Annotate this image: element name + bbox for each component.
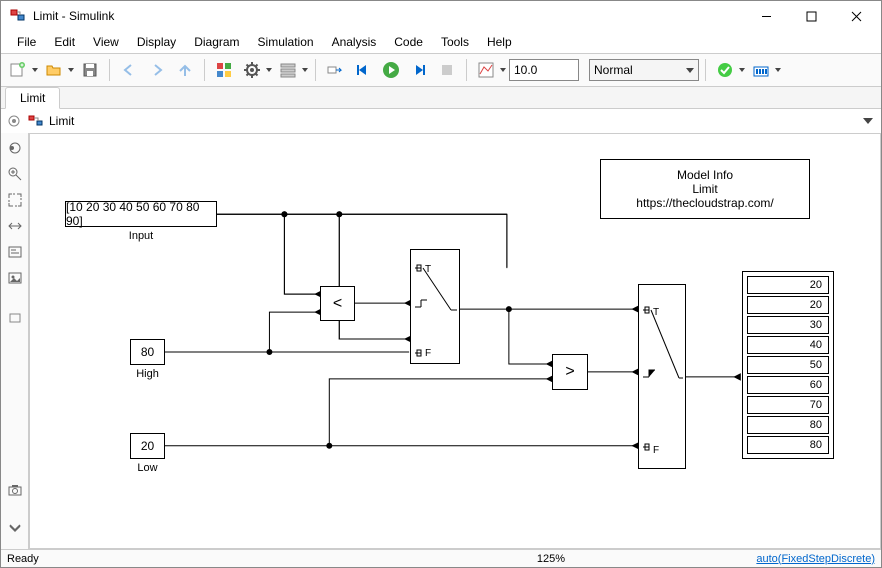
window-title: Limit - Simulink (33, 9, 744, 23)
step-forward-button[interactable] (406, 57, 432, 83)
menu-file[interactable]: File (9, 33, 44, 51)
menu-help[interactable]: Help (479, 33, 520, 51)
display-cell: 20 (747, 296, 829, 314)
block-low[interactable]: 20 (130, 433, 165, 459)
close-button[interactable] (834, 2, 879, 30)
menu-tools[interactable]: Tools (433, 33, 477, 51)
block-high[interactable]: 80 (130, 339, 165, 365)
status-solver[interactable]: auto(FixedStepDiscrete) (715, 553, 875, 565)
image-icon[interactable] (4, 267, 26, 289)
display-cell: 80 (747, 436, 829, 454)
build-button[interactable] (712, 57, 738, 83)
tab-limit[interactable]: Limit (5, 87, 60, 109)
library-browser-button[interactable] (211, 57, 237, 83)
app-icon (9, 7, 27, 25)
display-cell: 60 (747, 376, 829, 394)
modelinfo-name: Limit (609, 182, 801, 196)
menu-view[interactable]: View (85, 33, 127, 51)
run-button[interactable] (378, 57, 404, 83)
modelinfo-url: https://thecloudstrap.com/ (609, 196, 801, 210)
fit-view-icon[interactable] (4, 189, 26, 211)
display-cell: 20 (747, 276, 829, 294)
explorer-dropdown[interactable] (301, 68, 309, 72)
block-low-value: 20 (141, 439, 154, 453)
status-ready: Ready (7, 553, 387, 565)
breadcrumb-model[interactable]: Limit (49, 114, 855, 128)
inspector-dropdown[interactable] (499, 68, 507, 72)
menu-display[interactable]: Display (129, 33, 184, 51)
toolbar: Normal (1, 53, 881, 87)
block-input-label: Input (65, 230, 217, 242)
update-diagram-button[interactable] (322, 57, 348, 83)
display-cell: 80 (747, 416, 829, 434)
block-input[interactable]: [10 20 30 40 50 60 70 80 90] (65, 201, 217, 227)
title-bar: Limit - Simulink (1, 1, 881, 31)
display-cell: 50 (747, 356, 829, 374)
status-bar: Ready 125% auto(FixedStepDiscrete) (1, 549, 881, 567)
menu-simulation[interactable]: Simulation (250, 33, 322, 51)
menu-edit[interactable]: Edit (46, 33, 83, 51)
expand-icon[interactable] (4, 517, 26, 539)
stop-button[interactable] (434, 57, 460, 83)
nav-toggle-icon[interactable] (5, 112, 23, 130)
menu-code[interactable]: Code (386, 33, 431, 51)
annotation-icon[interactable] (4, 241, 26, 263)
screenshot-icon[interactable] (4, 479, 26, 501)
palette (1, 133, 29, 549)
svg-text:F: F (653, 445, 659, 456)
breadcrumb-bar: Limit (1, 109, 881, 133)
new-model-button[interactable] (5, 57, 31, 83)
menu-bar: File Edit View Display Diagram Simulatio… (1, 31, 881, 53)
display-cell: 30 (747, 316, 829, 334)
block-switch1[interactable]: T F (410, 249, 460, 364)
save-button[interactable] (77, 57, 103, 83)
deploy-button[interactable] (748, 57, 774, 83)
block-low-label: Low (120, 462, 175, 474)
block-high-value: 80 (141, 345, 154, 359)
open-button[interactable] (41, 57, 67, 83)
model-icon[interactable] (27, 112, 45, 130)
display-cell: 40 (747, 336, 829, 354)
compare1-op: < (333, 295, 342, 313)
tab-bar: Limit (1, 87, 881, 109)
workspace: [10 20 30 40 50 60 70 80 90] Input 80 Hi… (1, 133, 881, 549)
step-back-button[interactable] (350, 57, 376, 83)
block-model-info[interactable]: Model Info Limit https://thecloudstrap.c… (600, 159, 810, 219)
hide-browser-icon[interactable] (4, 137, 26, 159)
minimize-button[interactable] (744, 2, 789, 30)
mode-label: Normal (594, 63, 633, 77)
menu-diagram[interactable]: Diagram (186, 33, 247, 51)
block-display[interactable]: 20 20 30 40 50 60 70 80 80 (742, 271, 834, 459)
maximize-button[interactable] (789, 2, 834, 30)
data-inspector-button[interactable] (473, 57, 499, 83)
new-dropdown[interactable] (31, 68, 39, 72)
compare2-op: > (565, 363, 574, 381)
menu-analysis[interactable]: Analysis (324, 33, 385, 51)
display-cell: 70 (747, 396, 829, 414)
toggle-perspective-icon[interactable] (4, 215, 26, 237)
svg-text:F: F (425, 348, 431, 359)
model-explorer-button[interactable] (275, 57, 301, 83)
status-zoom: 125% (387, 553, 715, 565)
block-high-label: High (120, 368, 175, 380)
build-dropdown[interactable] (738, 68, 746, 72)
stop-time-input[interactable] (509, 59, 579, 81)
area-icon[interactable] (4, 307, 26, 329)
block-compare1[interactable]: < (320, 286, 355, 321)
block-compare2[interactable]: > (552, 354, 588, 390)
block-switch2[interactable]: T F (638, 284, 686, 469)
open-dropdown[interactable] (67, 68, 75, 72)
block-input-value: [10 20 30 40 50 60 70 80 90] (66, 200, 216, 228)
zoom-icon[interactable] (4, 163, 26, 185)
canvas[interactable]: [10 20 30 40 50 60 70 80 90] Input 80 Hi… (29, 133, 881, 549)
up-button[interactable] (172, 57, 198, 83)
back-button[interactable] (116, 57, 142, 83)
modelinfo-title: Model Info (609, 168, 801, 182)
model-config-button[interactable] (239, 57, 265, 83)
forward-button[interactable] (144, 57, 170, 83)
simulation-mode-select[interactable]: Normal (589, 59, 699, 81)
deploy-dropdown[interactable] (774, 68, 782, 72)
config-dropdown[interactable] (265, 68, 273, 72)
breadcrumb-dropdown[interactable] (859, 112, 877, 130)
